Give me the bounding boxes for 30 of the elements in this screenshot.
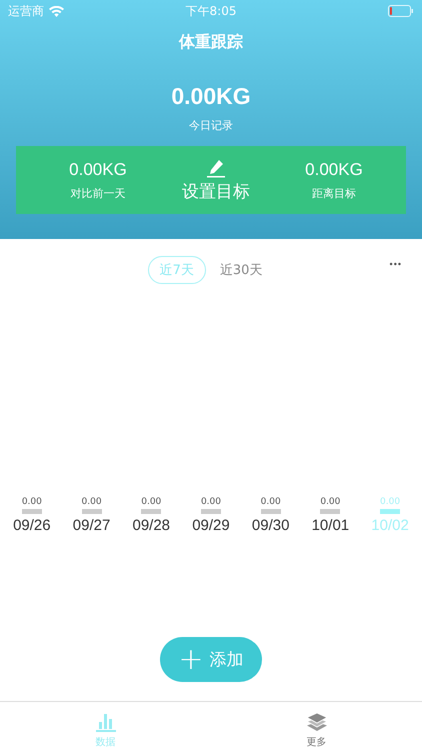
day-value: 0.00 [22,497,42,507]
range-tab[interactable]: 近30天 [208,256,274,284]
day-value: 0.00 [320,497,340,507]
day-value: 0.00 [141,497,162,507]
pencil-icon [206,158,226,178]
day-date[interactable]: 09/26 [13,517,51,534]
today-label: 今日记录 [189,118,233,133]
today-weight: 0.00KG [171,83,251,110]
layers-icon [306,712,328,732]
nav-tab[interactable]: 更多 [211,702,422,750]
battery-icon [388,5,414,17]
day-date[interactable]: 09/30 [252,517,290,534]
change-value: 0.00KG [69,160,127,180]
app-title: 体重跟踪 [179,32,243,53]
status-time: 下午8:05 [186,2,236,20]
day-date[interactable]: 09/27 [72,517,110,534]
more-button[interactable]: ••• [390,259,402,270]
day-value: 0.00 [260,497,281,507]
day-value: 0.00 [200,497,221,507]
day-value: 0.00 [380,497,400,507]
carrier-name: 运营商 [8,2,44,20]
goal-distance-label: 距离目标 [312,186,356,200]
day-date[interactable]: 09/28 [132,517,170,534]
goal-distance-value: 0.00KG [305,160,363,180]
day-value: 0.00 [82,497,102,507]
day-date[interactable]: 09/29 [192,517,230,534]
wifi-icon [49,6,64,16]
change-label: 对比前一天 [70,186,126,200]
day-date[interactable]: 10/01 [312,517,350,534]
bar-chart-icon [94,712,116,732]
